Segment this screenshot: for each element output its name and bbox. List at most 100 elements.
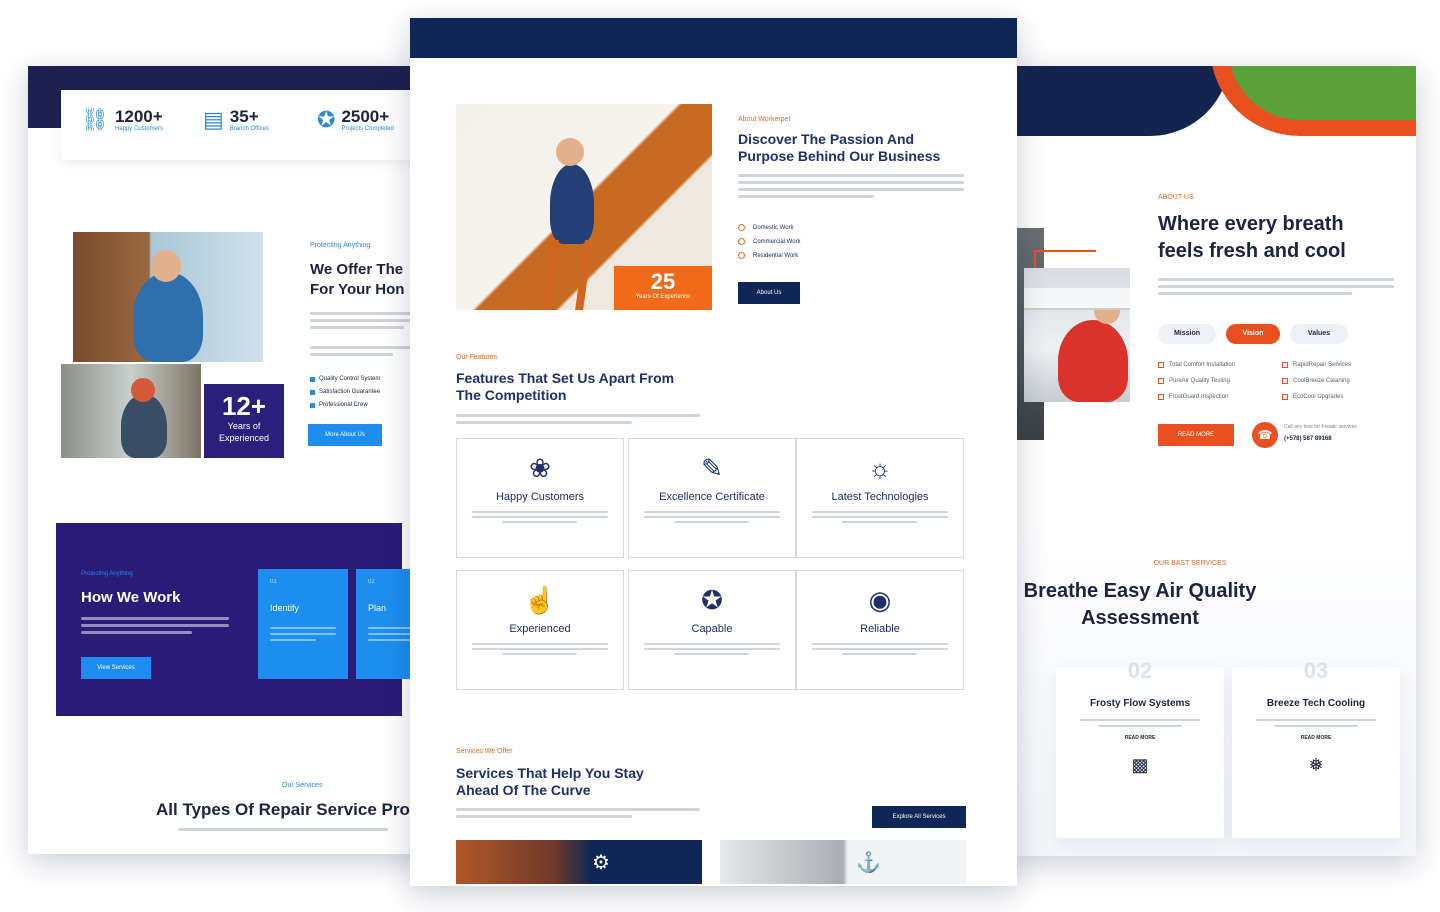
- services-title-line2: Assessment: [1081, 607, 1199, 629]
- check-item: CoolBreeze Cleaning: [1282, 378, 1351, 384]
- more-about-us-button[interactable]: More About Us: [308, 424, 382, 446]
- checklist-item: Professional Crew: [310, 402, 380, 408]
- services-title-line1: Breathe Easy Air Quality: [1023, 580, 1257, 602]
- bullet-item: Domestic Work: [738, 224, 801, 231]
- technician-photo-1: [73, 232, 263, 362]
- card-title: Breeze Tech Cooling: [1266, 698, 1366, 709]
- template-showcase: ⛓ 1200+ Happy Customers ▤ 35+ Branch Offic…: [0, 0, 1440, 912]
- badge-number: 25: [650, 269, 676, 294]
- plumbing-icon: ⚓: [856, 852, 881, 874]
- navy-decor: [1010, 66, 1230, 136]
- stat-label: Branch Offices: [229, 126, 270, 132]
- services-title-line1: Services That Help You Stay: [456, 765, 644, 781]
- ac-unit-icon: ▩: [1131, 755, 1149, 775]
- about-eyebrow: ABOUT US: [1158, 194, 1194, 201]
- step-label: Identify: [270, 603, 300, 613]
- check-item: Total Comfort Installation: [1158, 362, 1235, 368]
- tab-vision[interactable]: Vision: [1226, 324, 1280, 344]
- checklist-item: Satisfaction Guarantee: [310, 389, 380, 395]
- stat-value: 2500+: [341, 107, 390, 126]
- service-card[interactable]: 03 Breeze Tech Cooling READ MORE ❅: [1232, 658, 1400, 838]
- badge-caption: Years of Experienced: [218, 421, 270, 443]
- about-title-line1: Discover The Passion And: [738, 131, 915, 147]
- network-icon: ⛓: [81, 107, 109, 132]
- card-number: 02: [1127, 658, 1153, 683]
- check-item: PureAir Quality Testing: [1158, 378, 1235, 384]
- badge-icon: ✪: [317, 107, 336, 132]
- technician-photo-2: [61, 364, 201, 458]
- stat-label: Happy Customers: [114, 126, 163, 132]
- offer-heading-line1: We Offer The: [310, 261, 404, 278]
- feature-card-excellence[interactable]: ✎ Excellence Certificate: [628, 438, 796, 558]
- explore-all-services-button[interactable]: Explore All Services: [872, 806, 966, 828]
- card-number: 03: [1303, 658, 1329, 683]
- feature-title: Reliable: [860, 623, 900, 635]
- service-thumb-1[interactable]: ⚙: [456, 840, 702, 884]
- lightbulb-icon: ☼: [868, 453, 892, 483]
- grass-photo: [1210, 66, 1416, 136]
- about-eyebrow: About Workerpet: [738, 116, 791, 123]
- feature-card-happy-customers[interactable]: ❀ Happy Customers: [456, 438, 624, 558]
- center-header-bar: [410, 18, 1017, 58]
- right-page-preview: ABOUT US Where every breath feels fresh …: [1010, 66, 1416, 856]
- stat-branch-offices: ▤ 35+ Branch Offices: [203, 107, 270, 133]
- phone-icon[interactable]: ☎: [1252, 422, 1278, 448]
- read-more-button[interactable]: READ MORE: [1158, 424, 1234, 446]
- service-card[interactable]: 02 Frosty Flow Systems READ MORE ▩: [1056, 658, 1224, 838]
- shield-icon: ◉: [868, 585, 892, 615]
- about-title-line2: Purpose Behind Our Business: [738, 148, 941, 164]
- feature-card-capable[interactable]: ✪ Capable: [628, 570, 796, 690]
- checklist-item: Quality Control System: [310, 376, 380, 382]
- tab-values[interactable]: Values: [1290, 324, 1348, 344]
- offer-heading-line2: For Your Hon: [310, 281, 405, 298]
- feature-card-reliable[interactable]: ◉ Reliable: [796, 570, 964, 690]
- card-read-more[interactable]: READ MORE: [1232, 735, 1400, 741]
- about-heading-line2: feels fresh and cool: [1158, 240, 1346, 262]
- features-title-line1: Features That Set Us Apart From: [456, 370, 675, 386]
- certificate-icon: ✎: [701, 453, 723, 483]
- stat-value: 35+: [229, 107, 259, 126]
- about-bullets: Domestic Work Commercial Work Residentia…: [738, 224, 801, 266]
- work-description: [81, 617, 229, 638]
- feature-card-technologies[interactable]: ☼ Latest Technologies: [796, 438, 964, 558]
- service-thumb-2[interactable]: ⚓: [720, 840, 966, 884]
- offer-eyebrow: Protecting Anything: [310, 242, 371, 249]
- experience-badge: 12+ Years of Experienced: [204, 384, 284, 458]
- services-eyebrow: Services We Offer: [456, 748, 513, 755]
- badge-number: 12+: [221, 391, 267, 421]
- services-eyebrow: OUR BAST SERVICES: [1153, 560, 1227, 567]
- feature-checks-right: RapidRepair Services CoolBreeze Cleaning…: [1282, 362, 1351, 410]
- how-we-work-section: Protecting Anything How We Work View Ser…: [56, 523, 428, 716]
- offer-checklist: Quality Control System Satisfaction Guar…: [310, 376, 380, 415]
- stat-label: Projects Completed: [341, 126, 394, 132]
- tab-mission[interactable]: Mission: [1158, 324, 1216, 344]
- hands-icon: ❀: [529, 453, 551, 483]
- step-number: 01: [270, 579, 277, 585]
- feature-title: Latest Technologies: [831, 491, 929, 503]
- bullet-item: Residential Work: [738, 252, 801, 259]
- stat-happy-customers: ⛓ 1200+ Happy Customers: [81, 107, 163, 133]
- experience-badge: 25 Years Of Experience: [614, 266, 712, 310]
- building-icon: ▤: [203, 107, 224, 132]
- about-heading-line1: Where every breath: [1158, 213, 1344, 235]
- feature-checks-left: Total Comfort Installation PureAir Quali…: [1158, 362, 1235, 410]
- phone-number[interactable]: (+578) 587 89168: [1284, 436, 1332, 442]
- feature-title: Excellence Certificate: [659, 491, 765, 503]
- check-item: EcoCool Upgrades: [1282, 394, 1351, 400]
- about-description: [738, 174, 964, 202]
- worker-icon: ⚙: [592, 852, 610, 874]
- feature-title: Happy Customers: [495, 491, 585, 503]
- step-identify[interactable]: 01 Identify: [258, 569, 348, 679]
- fan-icon: ❅: [1308, 755, 1324, 775]
- call-text: Call any time for Fresair services: [1284, 424, 1357, 430]
- work-eyebrow: Protecting Anything: [81, 571, 133, 577]
- feature-card-experienced[interactable]: ☝ Experienced: [456, 570, 624, 690]
- services-title-line2: Ahead Of The Curve: [456, 782, 591, 798]
- medal-icon: ✪: [701, 585, 723, 615]
- ac-technician-photo: [1024, 268, 1130, 402]
- stat-projects: ✪ 2500+ Projects Completed: [317, 107, 394, 133]
- badge-caption: Years Of Experience: [635, 294, 691, 300]
- about-us-button[interactable]: About Us: [738, 282, 800, 304]
- view-services-button[interactable]: View Services: [81, 657, 151, 679]
- card-read-more[interactable]: READ MORE: [1056, 735, 1224, 741]
